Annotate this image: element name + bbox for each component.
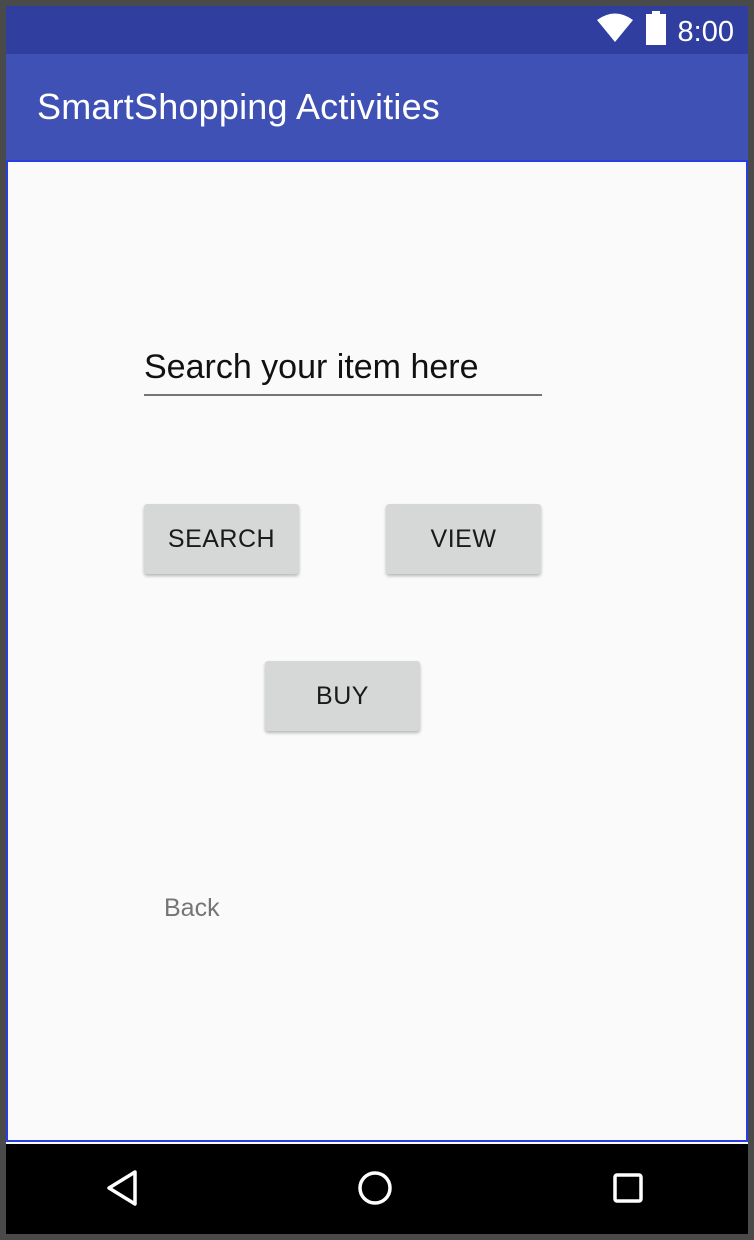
nav-back-button[interactable] [98, 1166, 146, 1214]
status-bar: 8:00 [6, 6, 748, 54]
back-icon [105, 1169, 139, 1212]
buy-button[interactable]: BUY [265, 661, 420, 731]
home-icon [357, 1170, 393, 1211]
nav-recents-button[interactable] [604, 1166, 652, 1214]
navigation-bar [6, 1144, 748, 1234]
status-icons: 8:00 [596, 6, 734, 54]
device-screen: 8:00 SmartShopping Activities SEARCH VIE… [6, 6, 748, 1234]
main-content: SEARCH VIEW BUY Back [6, 162, 748, 1142]
view-button[interactable]: VIEW [386, 504, 541, 574]
app-bar: SmartShopping Activities [6, 54, 748, 162]
search-button[interactable]: SEARCH [144, 504, 299, 574]
recents-icon [612, 1172, 644, 1209]
nav-home-button[interactable] [351, 1166, 399, 1214]
app-title: SmartShopping Activities [37, 86, 440, 127]
wifi-icon [596, 13, 634, 48]
status-time: 8:00 [677, 16, 734, 48]
search-input[interactable] [144, 348, 542, 396]
back-link[interactable]: Back [164, 894, 220, 923]
battery-icon [645, 10, 666, 50]
